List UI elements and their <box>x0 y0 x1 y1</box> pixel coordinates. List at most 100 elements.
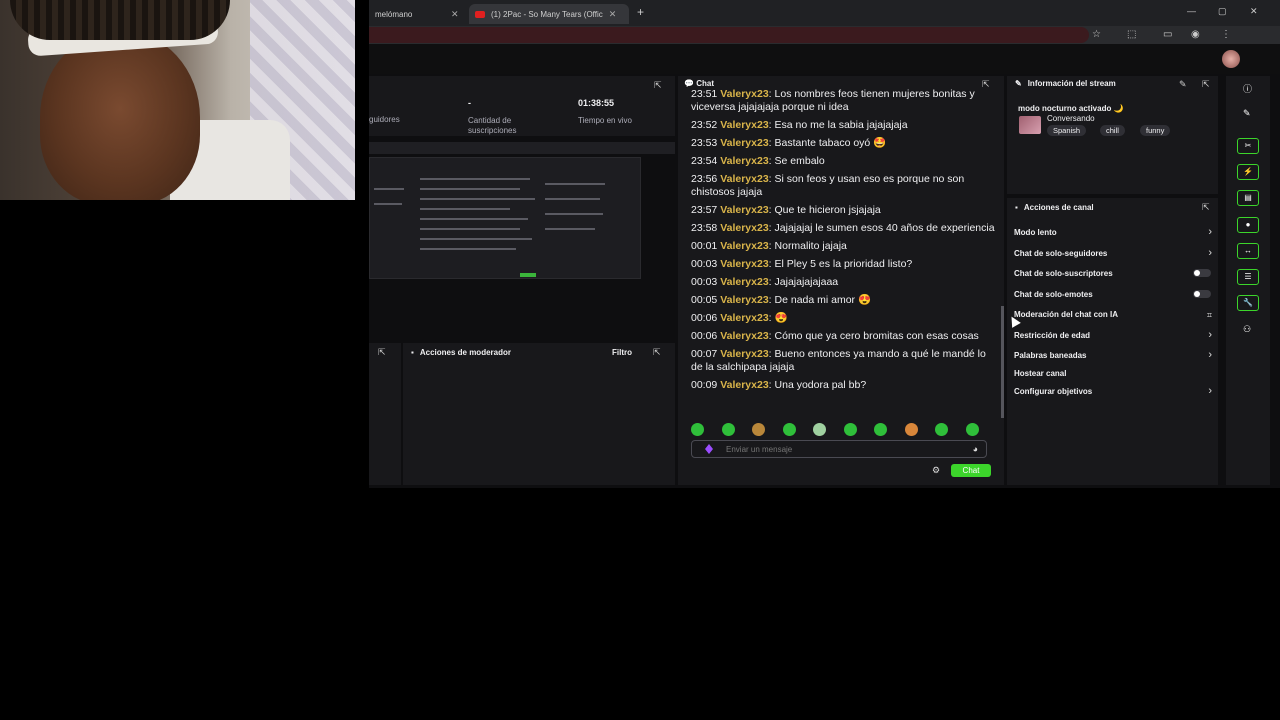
emote-icon[interactable] <box>721 423 735 436</box>
emote-icon[interactable] <box>843 423 857 436</box>
chevron-right-icon: › <box>1208 329 1212 341</box>
maximize-icon[interactable]: ▢ <box>1218 6 1227 17</box>
gear-icon[interactable]: ⚙ <box>932 465 940 476</box>
stream-tag[interactable]: Spanish <box>1047 125 1087 136</box>
list-icon[interactable]: ☰ <box>1237 269 1259 285</box>
message-username[interactable]: Valeryx23 <box>720 222 768 234</box>
message-username[interactable]: Valeryx23 <box>720 155 768 167</box>
chat-input-box: ◕ <box>691 440 987 458</box>
message-time: 00:06 <box>691 312 718 324</box>
message-text: Jajajajajajaaa <box>774 276 839 288</box>
channel-action-item[interactable]: Palabras baneadas › <box>1014 349 1214 361</box>
popout-icon[interactable]: ⇱ <box>1202 79 1210 90</box>
avatar[interactable] <box>1222 50 1240 68</box>
emote-icon[interactable] <box>691 423 704 436</box>
stats-panel: ⇱ guidores - Cantidad de suscripciones 0… <box>369 76 675 136</box>
wrench-icon[interactable]: 🔧 <box>1237 295 1259 311</box>
message-username[interactable]: Valeryx23 <box>720 276 768 288</box>
stat-label: Cantidad de suscripciones <box>468 116 517 135</box>
message-username[interactable]: Valeryx23 <box>720 294 768 306</box>
filter-button[interactable]: Filtro <box>612 348 632 357</box>
action-label: Restricción de edad <box>1014 331 1091 340</box>
channel-action-item[interactable]: Hostear canal <box>1014 369 1214 378</box>
close-icon[interactable]: ✕ <box>451 9 459 20</box>
action-label: Chat de solo-suscriptores <box>1014 269 1113 278</box>
stream-tag[interactable]: funny <box>1140 125 1171 136</box>
raid-icon[interactable]: ↔ <box>1237 243 1259 259</box>
channel-action-item[interactable]: Modo lento › <box>1014 226 1214 238</box>
menu-icon[interactable]: ⋮ <box>1221 29 1231 40</box>
popout-icon[interactable]: ⇱ <box>654 80 662 91</box>
popout-icon[interactable]: ⇱ <box>378 347 386 358</box>
star-icon[interactable]: ☆ <box>1092 29 1101 40</box>
channel-action-item[interactable]: Moderación del chat con IA ⌗ <box>1014 310 1214 320</box>
new-tab-button[interactable]: + <box>637 5 644 19</box>
message-time: 23:54 <box>691 155 718 167</box>
message-username[interactable]: Valeryx23 <box>720 312 768 324</box>
minimize-icon[interactable]: — <box>1187 6 1196 16</box>
clip-icon[interactable]: ✂ <box>1237 138 1259 154</box>
sidepanel-icon[interactable]: ▭ <box>1163 29 1172 40</box>
channel-action-item[interactable]: Chat de solo-seguidores › <box>1014 247 1214 259</box>
message-username[interactable]: Valeryx23 <box>720 88 768 100</box>
address-bar[interactable] <box>369 27 1089 43</box>
emote-icon[interactable] <box>935 423 948 436</box>
popout-icon[interactable]: ⇱ <box>653 347 661 358</box>
chat-message: 00:03 Valeryx23: Jajajajajajaaa <box>691 276 996 289</box>
chat-bubble-icon[interactable]: ▤ <box>1237 190 1259 206</box>
message-username[interactable]: Valeryx23 <box>720 330 768 342</box>
message-username[interactable]: Valeryx23 <box>720 240 768 252</box>
channel-action-item[interactable]: Chat de solo-suscriptores <box>1014 269 1214 278</box>
panel-title: Chat <box>696 79 714 88</box>
stream-preview[interactable] <box>369 157 641 279</box>
emote-icon[interactable] <box>874 423 887 436</box>
message-username[interactable]: Valeryx23 <box>720 379 768 391</box>
chat-message: 00:03 Valeryx23: El Pley 5 es la priorid… <box>691 258 996 271</box>
emote-bar <box>691 423 991 437</box>
extensions-icon[interactable]: ⬚ <box>1127 29 1136 40</box>
emote-picker-icon[interactable]: ◕ <box>973 444 978 454</box>
edit-icon[interactable]: ✎ <box>1179 79 1187 90</box>
chevron-right-icon: › <box>1208 226 1212 238</box>
channel-action-item[interactable]: Chat de solo-emotes <box>1014 290 1214 299</box>
message-icon[interactable]: ● <box>1237 217 1259 233</box>
panel-header: ▪ Acciones de moderador <box>411 348 511 357</box>
message-username[interactable]: Valeryx23 <box>720 204 768 216</box>
pencil-icon[interactable]: ✎ <box>1243 108 1251 119</box>
browser-tab[interactable]: melómano ✕ <box>369 4 469 24</box>
emote-icon[interactable] <box>813 423 826 436</box>
message-username[interactable]: Valeryx23 <box>720 348 768 360</box>
chat-send-button[interactable]: Chat <box>951 464 991 477</box>
channel-action-item[interactable]: Configurar objetivos › <box>1014 385 1214 397</box>
toggle-switch[interactable] <box>1193 269 1211 277</box>
bits-icon[interactable] <box>705 444 713 454</box>
emote-icon[interactable] <box>752 423 765 436</box>
channel-action-item[interactable]: Restricción de edad › <box>1014 329 1214 341</box>
profile-icon[interactable]: ◉ <box>1191 29 1200 40</box>
gear-icon: ▪ <box>1015 203 1018 212</box>
message-username[interactable]: Valeryx23 <box>720 173 768 185</box>
chevron-right-icon: › <box>1208 247 1212 259</box>
close-icon[interactable]: ✕ <box>609 9 617 20</box>
chevron-right-icon: › <box>1208 385 1212 397</box>
emote-icon[interactable] <box>782 423 796 436</box>
chat-scrollbar[interactable] <box>1001 306 1004 418</box>
emote-icon[interactable] <box>904 423 918 436</box>
chart-icon: ⌗ <box>1206 310 1212 320</box>
chat-input[interactable] <box>726 443 956 456</box>
chat-message: 23:53 Valeryx23: Bastante tabaco oyó 🤩 <box>691 137 996 150</box>
info-icon[interactable]: ⓘ <box>1243 82 1252 95</box>
close-window-icon[interactable]: ✕ <box>1250 6 1258 17</box>
lightning-icon[interactable]: ⚡ <box>1237 164 1259 180</box>
emote-icon[interactable] <box>965 423 979 436</box>
toggle-switch[interactable] <box>1193 290 1211 298</box>
message-username[interactable]: Valeryx23 <box>720 137 768 149</box>
message-username[interactable]: Valeryx23 <box>720 258 768 270</box>
message-time: 00:09 <box>691 379 718 391</box>
stream-tag[interactable]: chill <box>1100 125 1125 136</box>
message-username[interactable]: Valeryx23 <box>720 119 768 131</box>
popout-icon[interactable]: ⇱ <box>1202 202 1210 213</box>
message-time: 00:03 <box>691 258 718 270</box>
users-icon[interactable]: ⚇ <box>1243 324 1251 335</box>
browser-tab-active[interactable]: (1) 2Pac - So Many Tears (Offic ✕ <box>469 4 629 24</box>
